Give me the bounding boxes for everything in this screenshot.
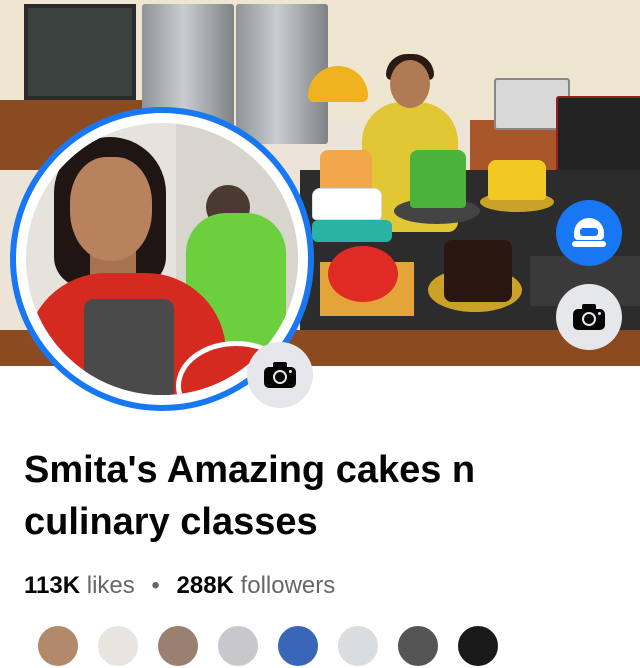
camera-icon xyxy=(264,362,296,388)
edit-profile-photo-button[interactable] xyxy=(247,342,313,408)
cover-cake xyxy=(444,240,512,302)
follower-avatar[interactable] xyxy=(456,624,500,668)
follower-avatars[interactable] xyxy=(36,624,636,668)
follower-avatar[interactable] xyxy=(156,624,200,668)
cap-icon xyxy=(572,218,606,248)
stats-separator: • xyxy=(151,572,160,599)
cover-cake xyxy=(320,150,372,192)
likes-count[interactable]: 113K xyxy=(24,572,80,599)
likes-label[interactable]: likes xyxy=(87,572,135,599)
follower-avatar[interactable] xyxy=(336,624,380,668)
page-stats: 113K likes • 288K followers xyxy=(24,572,335,600)
cover-cake xyxy=(410,150,466,208)
cover-cake xyxy=(488,160,546,200)
follower-avatar[interactable] xyxy=(276,624,320,668)
follower-avatar[interactable] xyxy=(216,624,260,668)
follower-avatar[interactable] xyxy=(396,624,440,668)
follower-avatar[interactable] xyxy=(96,624,140,668)
cover-cake-board xyxy=(312,220,392,242)
follower-avatar[interactable] xyxy=(36,624,80,668)
cover-cake xyxy=(312,188,382,220)
followers-count[interactable]: 288K xyxy=(177,572,234,599)
page-title: Smita's Amazing cakes n culinary classes xyxy=(24,449,476,543)
edit-cover-photo-button[interactable] xyxy=(556,284,622,350)
avatar-button[interactable] xyxy=(556,200,622,266)
followers-label[interactable]: followers xyxy=(241,572,336,599)
cover-window xyxy=(24,4,136,100)
camera-icon xyxy=(573,304,605,330)
cover-cake xyxy=(328,246,398,302)
